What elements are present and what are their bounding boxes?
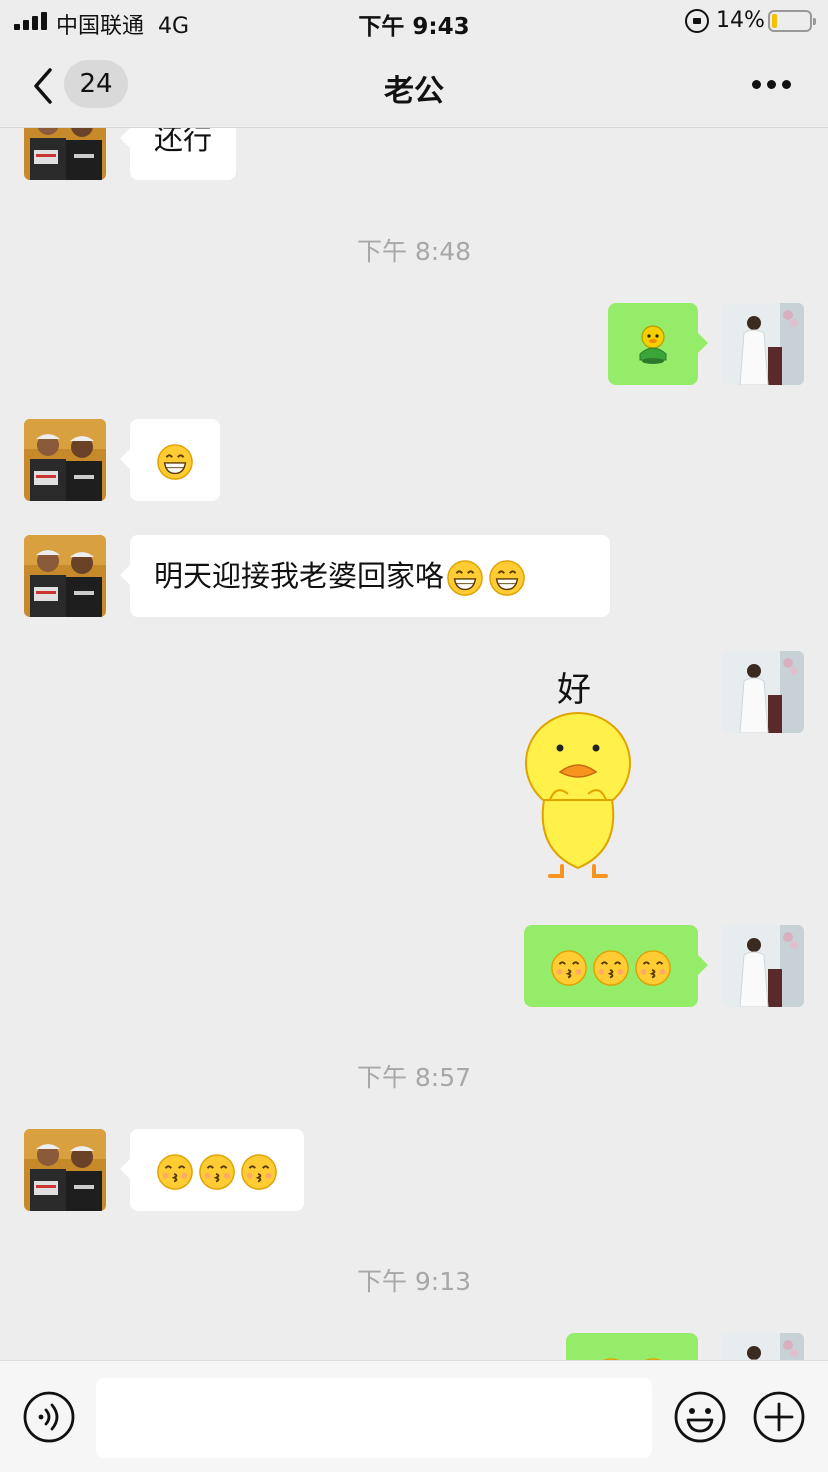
orientation-lock-icon [685,9,709,33]
yellow-duck-sticker-icon[interactable] [520,708,638,883]
my-avatar[interactable] [722,651,804,733]
my-avatar[interactable] [722,303,804,385]
my-avatar[interactable] [722,1333,804,1360]
grin-emoji-icon [488,559,526,597]
kiss-emoji-icon [240,1153,278,1191]
kiss-emoji-icon [550,949,588,987]
my-avatar[interactable] [722,925,804,1007]
grin-emoji-icon [156,443,194,481]
plus-icon[interactable] [752,1390,806,1444]
message-text: 明天迎接我老婆回家咯 [154,559,445,593]
status-bar: 中国联通 4G 下午 9:43 14% [0,0,828,44]
friend-avatar[interactable] [24,535,106,617]
message-timestamp: 下午 9:13 [356,1267,472,1296]
grin-emoji-icon [446,559,484,597]
message-bubble-sent[interactable] [608,303,708,385]
friend-avatar[interactable] [24,1129,106,1211]
message-list[interactable]: 还行 下午 8:48 明天迎接我老婆回家咯 好 下午 8:57 下午 9:13 [0,128,828,1360]
battery-percent: 14% [716,8,765,33]
message-bubble-received[interactable] [120,1129,304,1211]
sticker-caption: 好 [557,670,591,710]
message-bubble-received[interactable] [120,419,220,501]
battery-icon [768,10,816,32]
voice-icon[interactable] [22,1390,76,1444]
friend-avatar[interactable] [24,419,106,501]
chat-header: 24 老公 [0,44,828,128]
message-timestamp: 下午 8:57 [356,1063,472,1092]
message-input[interactable] [96,1378,652,1458]
emoji-icon[interactable] [673,1390,727,1444]
message-bubble-received[interactable]: 明天迎接我老婆回家咯 [120,535,610,617]
message-timestamp: 下午 8:48 [356,237,472,266]
kiss-emoji-icon [634,949,672,987]
friend-avatar[interactable] [24,128,106,180]
chat-title: 老公 [384,74,444,109]
message-bubble-sent[interactable] [524,925,708,1007]
green-duck-emoji-icon [639,325,667,364]
input-bar [0,1360,828,1472]
kiss-emoji-icon [198,1153,236,1191]
message-text: 还行 [154,128,213,156]
kiss-emoji-icon [156,1153,194,1191]
message-bubble-received[interactable]: 还行 [119,128,237,180]
more-options-icon[interactable] [752,80,792,90]
kiss-emoji-icon [592,949,630,987]
message-bubble-sent[interactable] [566,1333,698,1360]
